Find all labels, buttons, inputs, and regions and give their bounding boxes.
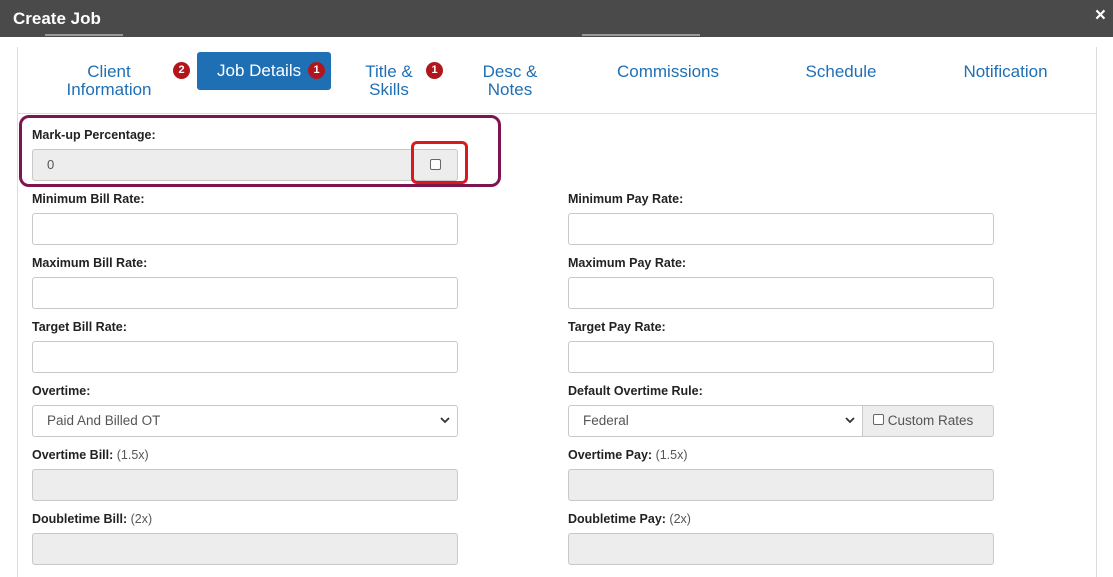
tab-label: Desc & bbox=[482, 62, 538, 81]
overtime-label: Overtime: bbox=[32, 384, 91, 398]
overtime-pay-label: Overtime Pay: (1.5x) bbox=[568, 448, 688, 462]
target-pay-rate-input[interactable] bbox=[568, 341, 994, 373]
close-icon[interactable]: × bbox=[1095, 6, 1106, 26]
markup-percentage-input[interactable]: 0 bbox=[32, 149, 412, 181]
doubletime-pay-label-text: Doubletime Pay: bbox=[568, 512, 666, 526]
tab-label: Skills bbox=[369, 80, 409, 99]
custom-rates-toggle[interactable]: Custom Rates bbox=[862, 405, 994, 437]
tab-label: Client bbox=[87, 62, 131, 81]
target-bill-rate-label: Target Bill Rate: bbox=[32, 320, 127, 334]
chevron-down-icon bbox=[845, 417, 855, 424]
overtime-pay-input bbox=[568, 469, 994, 501]
doubletime-pay-multiplier: (2x) bbox=[669, 512, 691, 526]
overtime-bill-label: Overtime Bill: (1.5x) bbox=[32, 448, 149, 462]
overtime-bill-multiplier: (1.5x) bbox=[116, 448, 149, 462]
scrolled-text-fragment bbox=[582, 34, 700, 39]
maximum-pay-rate-input[interactable] bbox=[568, 277, 994, 309]
doubletime-bill-input bbox=[32, 533, 458, 565]
maximum-pay-rate-label: Maximum Pay Rate: bbox=[568, 256, 687, 270]
doubletime-pay-label: Doubletime Pay: (2x) bbox=[568, 512, 691, 526]
doubletime-pay-input bbox=[568, 533, 994, 565]
overtime-pay-label-text: Overtime Pay: bbox=[568, 448, 653, 462]
custom-rates-label: Custom Rates bbox=[887, 413, 974, 428]
chevron-down-icon bbox=[440, 417, 450, 424]
tab-client-information[interactable]: Client Information bbox=[55, 63, 163, 99]
minimum-pay-rate-label: Minimum Pay Rate: bbox=[568, 192, 684, 206]
overtime-pay-multiplier: (1.5x) bbox=[655, 448, 688, 462]
maximum-bill-rate-label: Maximum Bill Rate: bbox=[32, 256, 148, 270]
custom-rates-checkbox[interactable] bbox=[873, 414, 884, 426]
overtime-bill-input bbox=[32, 469, 458, 501]
doubletime-bill-label-text: Doubletime Bill: bbox=[32, 512, 128, 526]
checkbox-highlight-outline bbox=[411, 141, 468, 184]
error-count-badge: 1 bbox=[308, 62, 325, 79]
tab-notification[interactable]: Notification bbox=[948, 63, 1063, 81]
doubletime-bill-multiplier: (2x) bbox=[130, 512, 153, 526]
tab-label: Schedule bbox=[805, 62, 877, 81]
doubletime-bill-label: Doubletime Bill: (2x) bbox=[32, 512, 152, 526]
dialog-titlebar: Create Job × bbox=[0, 0, 1113, 37]
tab-label: Commissions bbox=[616, 62, 720, 81]
target-pay-rate-label: Target Pay Rate: bbox=[568, 320, 666, 334]
maximum-bill-rate-input[interactable] bbox=[32, 277, 458, 309]
tab-schedule[interactable]: Schedule bbox=[790, 63, 892, 81]
tab-commissions[interactable]: Commissions bbox=[600, 63, 736, 81]
error-count-badge: 2 bbox=[173, 62, 190, 79]
overtime-select[interactable]: Paid And Billed OT bbox=[32, 405, 458, 437]
default-overtime-rule-value: Federal bbox=[583, 413, 629, 428]
minimum-bill-rate-label: Minimum Bill Rate: bbox=[32, 192, 145, 206]
tab-title-skills[interactable]: Title & Skills bbox=[360, 63, 418, 99]
tab-label: Job Details bbox=[217, 61, 302, 80]
markup-percentage-label: Mark-up Percentage: bbox=[32, 128, 156, 142]
tab-desc-notes[interactable]: Desc & Notes bbox=[475, 63, 545, 99]
error-count-badge: 1 bbox=[426, 62, 443, 79]
scrolled-content-strip bbox=[0, 34, 1113, 47]
default-overtime-rule-select[interactable]: Federal bbox=[568, 405, 863, 437]
target-bill-rate-input[interactable] bbox=[32, 341, 458, 373]
tab-label: Notification bbox=[963, 62, 1048, 81]
default-overtime-rule-label: Default Overtime Rule: bbox=[568, 384, 703, 398]
tab-label: Notes bbox=[487, 80, 533, 99]
overtime-bill-label-text: Overtime Bill: bbox=[32, 448, 114, 462]
overtime-select-value: Paid And Billed OT bbox=[47, 413, 161, 428]
minimum-bill-rate-input[interactable] bbox=[32, 213, 458, 245]
tab-bar bbox=[17, 47, 1097, 114]
tab-label: Title & bbox=[365, 62, 413, 81]
tab-label: Information bbox=[66, 80, 152, 99]
dialog-title: Create Job bbox=[13, 9, 101, 28]
scrolled-text-fragment bbox=[45, 34, 123, 39]
minimum-pay-rate-input[interactable] bbox=[568, 213, 994, 245]
